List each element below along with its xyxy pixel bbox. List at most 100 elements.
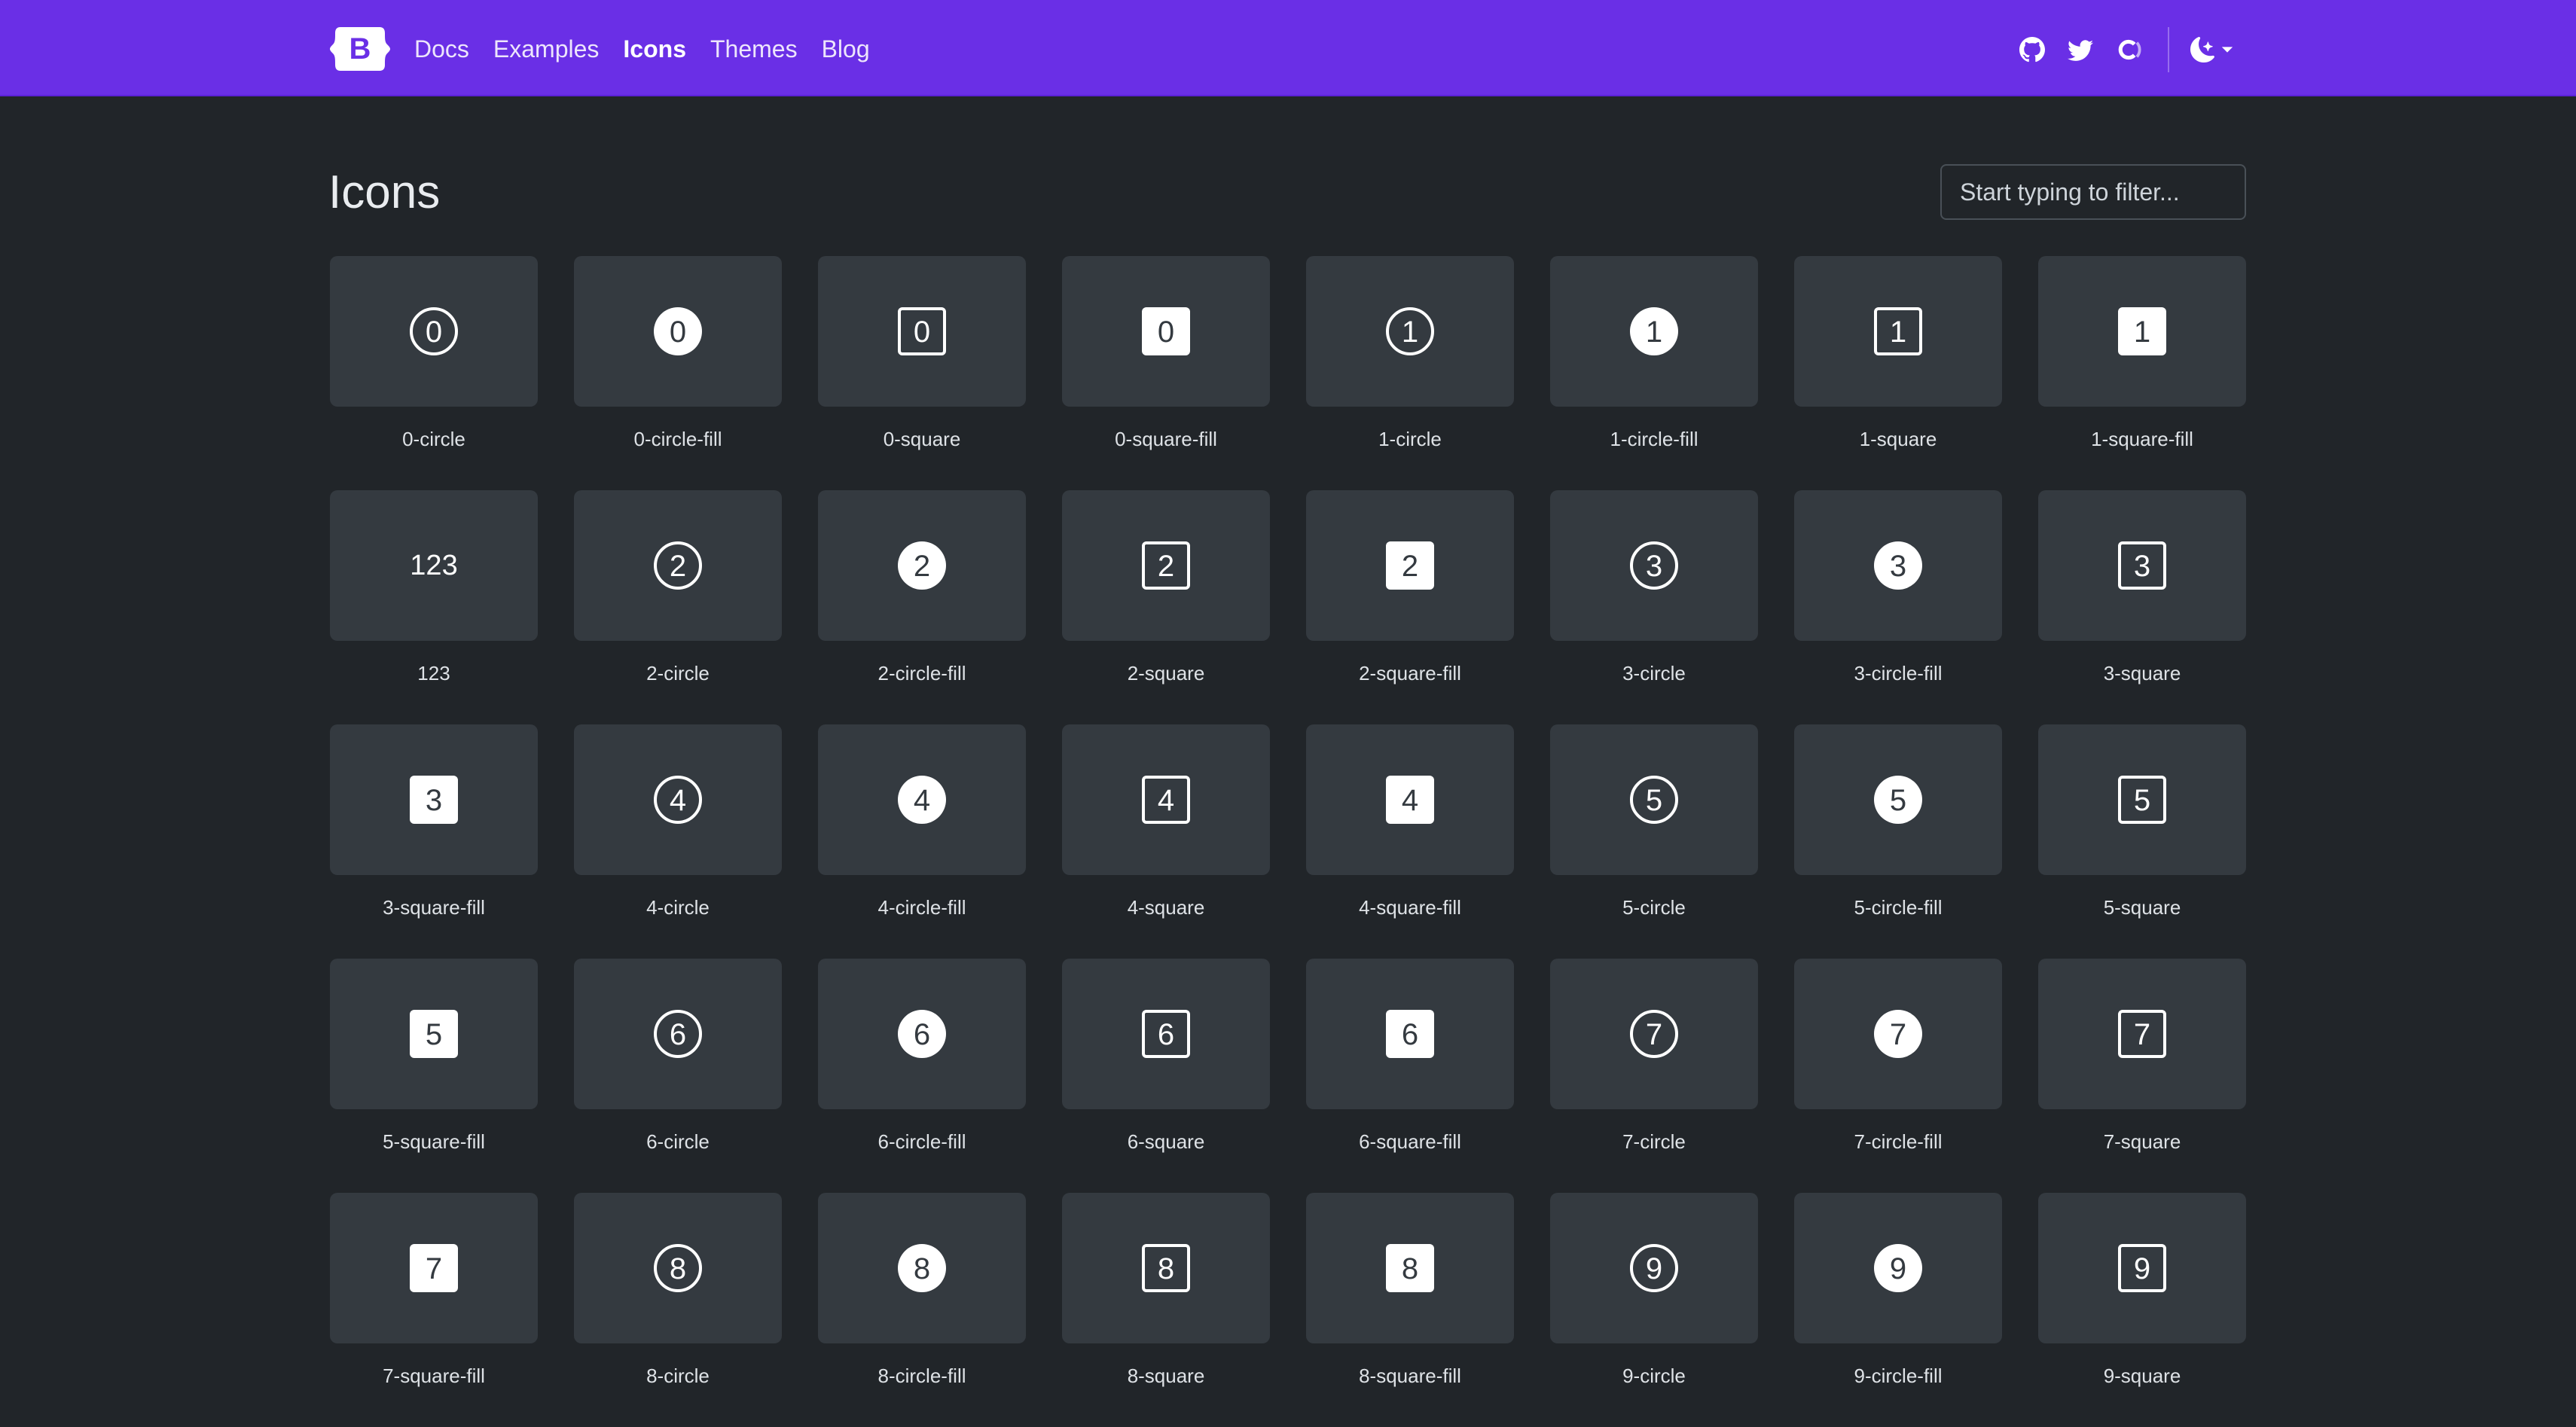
icon-card[interactable]: 8 8-square [1062,1193,1270,1427]
icon-glyph: 4 [914,784,930,817]
nav-link-docs[interactable]: Docs [414,30,469,68]
icon-card[interactable]: 8 8-square-fill [1306,1193,1514,1427]
icon-card[interactable]: 5 5-square-fill [330,959,538,1193]
icon-card[interactable]: 0 0-circle-fill [574,256,782,490]
3-square-fill-icon: 3 [410,776,458,824]
8-square-fill-icon: 8 [1386,1244,1434,1292]
twitter-icon[interactable] [2067,36,2094,63]
icon-card[interactable]: 4 4-square [1062,724,1270,959]
icon-tile: 6 [574,959,782,1109]
icon-label: 6-circle-fill [877,1130,966,1153]
icon-card[interactable]: 3 3-square [2038,490,2246,724]
bootstrap-logo-svg: B [330,27,390,71]
icon-card[interactable]: 5 5-circle-fill [1794,724,2002,959]
icon-label: 4-circle-fill [877,896,966,919]
icon-card[interactable]: 8 8-circle [574,1193,782,1427]
7-circle-fill-icon: 7 [1874,1010,1922,1058]
icon-card[interactable]: 5 5-circle [1550,724,1758,959]
icon-card[interactable]: 1 1-square-fill [2038,256,2246,490]
icon-tile: 4 [1062,724,1270,875]
3-circle-icon: 3 [1630,541,1678,590]
icon-glyph: 123 [410,550,457,581]
icon-card[interactable]: 2 2-square-fill [1306,490,1514,724]
icon-glyph: 2 [670,550,686,583]
icon-card[interactable]: 4 4-circle [574,724,782,959]
icon-label: 3-square [2103,662,2181,685]
icon-tile: 6 [1062,959,1270,1109]
5-square-fill-icon: 5 [410,1010,458,1058]
8-square-icon: 8 [1142,1244,1190,1292]
navbar-right [1998,27,2234,72]
top-navbar: B Docs Examples Icons Themes Blog [0,0,2576,96]
icon-card[interactable]: 0 0-circle [330,256,538,490]
icon-card[interactable]: 6 6-square [1062,959,1270,1193]
1-square-icon: 1 [1874,307,1922,355]
icon-card[interactable]: 1 1-circle-fill [1550,256,1758,490]
icon-tile: 9 [1550,1193,1758,1343]
nav-link-icons[interactable]: Icons [623,30,686,68]
icon-card[interactable]: 7 7-square [2038,959,2246,1193]
icon-card[interactable]: 2 2-square [1062,490,1270,724]
icon-card[interactable]: 6 6-square-fill [1306,959,1514,1193]
icon-card[interactable]: 123 123 [330,490,538,724]
icon-card[interactable]: 6 6-circle [574,959,782,1193]
icon-tile: 4 [818,724,1026,875]
icon-card[interactable]: 4 4-circle-fill [818,724,1026,959]
icon-glyph: 4 [670,784,686,817]
2-circle-fill-icon: 2 [898,541,946,590]
icon-card[interactable]: 9 9-circle [1550,1193,1758,1427]
icon-card[interactable]: 1 1-circle [1306,256,1514,490]
nav-link-themes[interactable]: Themes [710,30,798,68]
icon-label: 5-square-fill [383,1130,485,1153]
icon-card[interactable]: 4 4-square-fill [1306,724,1514,959]
icon-card[interactable]: 7 7-circle-fill [1794,959,2002,1193]
icon-glyph: 4 [1402,784,1418,817]
icon-card[interactable]: 9 9-circle-fill [1794,1193,2002,1427]
icon-card[interactable]: 3 3-circle-fill [1794,490,2002,724]
icon-card[interactable]: 6 6-circle-fill [818,959,1026,1193]
6-circle-icon: 6 [654,1010,702,1058]
icon-tile: 6 [818,959,1026,1109]
nav-link-blog[interactable]: Blog [822,30,870,68]
icon-card[interactable]: 2 2-circle [574,490,782,724]
icon-glyph: 5 [426,1018,442,1051]
icon-glyph: 8 [670,1252,686,1285]
icon-card[interactable]: 1 1-square [1794,256,2002,490]
icon-glyph: 1 [1890,316,1906,349]
icon-label: 5-circle [1622,896,1686,919]
icon-card[interactable]: 3 3-square-fill [330,724,538,959]
icon-card[interactable]: 0 0-square-fill [1062,256,1270,490]
filter-input[interactable] [1940,164,2246,220]
icon-tile: 1 [1306,256,1514,407]
icon-card[interactable]: 7 7-square-fill [330,1193,538,1427]
nav-link-examples[interactable]: Examples [493,30,600,68]
icon-label: 4-square [1127,896,1205,919]
icon-label: 7-circle-fill [1854,1130,1943,1153]
icon-tile: 8 [818,1193,1026,1343]
github-icon[interactable] [2019,36,2046,63]
icon-card[interactable]: 8 8-circle-fill [818,1193,1026,1427]
icon-glyph: 3 [1890,550,1906,583]
icon-label: 123 [417,662,450,685]
icon-card[interactable]: 7 7-circle [1550,959,1758,1193]
icon-card[interactable]: 5 5-square [2038,724,2246,959]
icon-label: 1-circle [1378,428,1442,450]
bootstrap-logo-icon[interactable]: B [330,24,390,74]
icon-label: 0-circle [402,428,465,450]
opencollective-icon[interactable] [2115,36,2142,63]
theme-toggle-button[interactable] [2190,37,2234,63]
8-circle-fill-icon: 8 [898,1244,946,1292]
icon-label: 7-square [2103,1130,2181,1153]
icon-label: 8-square [1127,1364,1205,1387]
icon-glyph: 7 [1890,1018,1906,1051]
icon-card[interactable]: 9 9-square [2038,1193,2246,1427]
4-square-icon: 4 [1142,776,1190,824]
icon-label: 5-square [2103,896,2181,919]
icon-glyph: 9 [1890,1252,1906,1285]
icon-card[interactable]: 3 3-circle [1550,490,1758,724]
icon-glyph: 7 [426,1252,442,1285]
icon-grid: 0 0-circle 0 0-circle-fill 0 0-square 0 0-squar… [330,256,2246,1427]
icon-card[interactable]: 0 0-square [818,256,1026,490]
icon-card[interactable]: 2 2-circle-fill [818,490,1026,724]
icon-tile: 8 [574,1193,782,1343]
